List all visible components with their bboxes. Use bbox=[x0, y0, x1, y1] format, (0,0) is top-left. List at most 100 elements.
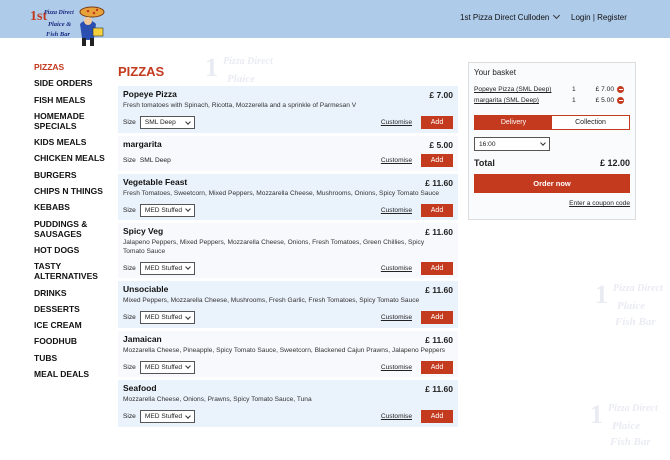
store-selector[interactable]: 1st Pizza Direct Culloden bbox=[460, 11, 561, 22]
add-button[interactable]: Add bbox=[421, 154, 453, 167]
basket-item-name[interactable]: margarita (SML Deep) bbox=[474, 97, 572, 104]
sidebar-item[interactable]: PUDDINGS & SAUSAGES bbox=[34, 219, 114, 239]
category-sidebar: PIZZAS SIDE ORDERS FISH MEALS HOMEMADE SPEC… bbox=[34, 62, 114, 385]
product-name: Seafood bbox=[123, 383, 157, 393]
size-label: Size bbox=[123, 119, 136, 126]
sidebar-item[interactable]: TUBS bbox=[34, 353, 114, 363]
product-options-row: Size MED Stuffed Customise Add bbox=[123, 203, 453, 217]
size-value: SML Deep bbox=[139, 157, 171, 164]
size-select[interactable]: MED Stuffed bbox=[139, 410, 195, 423]
svg-text:1: 1 bbox=[595, 280, 608, 309]
remove-icon[interactable] bbox=[617, 97, 624, 104]
size-select[interactable]: MED Stuffed bbox=[139, 261, 195, 275]
chevron-down-icon bbox=[540, 140, 546, 146]
sidebar-item[interactable]: MEAL DEALS bbox=[34, 369, 114, 379]
coupon-link[interactable]: Enter a coupon code bbox=[474, 200, 630, 207]
size-value: MED Stuffed bbox=[144, 206, 183, 214]
add-button[interactable]: Add bbox=[421, 261, 453, 275]
product-options-row: Size SML Deep Customise Add bbox=[123, 154, 453, 168]
store-name: 1st Pizza Direct Culloden bbox=[460, 13, 550, 22]
product-card: Spicy Veg £ 11.60 Jalapeno Peppers, Mixed … bbox=[118, 223, 458, 278]
chevron-down-icon bbox=[184, 313, 191, 320]
product-card: Unsociable £ 11.60 Mixed Peppers, Mozzarel… bbox=[118, 281, 458, 328]
product-name: Jamaican bbox=[123, 333, 162, 344]
sidebar-item[interactable]: DESSERTS bbox=[34, 304, 114, 314]
basket-item-price: £ 7.00 bbox=[595, 86, 614, 93]
login-link[interactable]: Login bbox=[571, 13, 591, 22]
customise-link[interactable]: Customise bbox=[381, 314, 412, 321]
delivery-option[interactable]: Delivery bbox=[475, 116, 552, 129]
order-now-button[interactable]: Order now bbox=[474, 174, 630, 193]
basket-item-name[interactable]: Popeye Pizza (SML Deep) bbox=[474, 86, 572, 93]
time-select[interactable]: 16:00 bbox=[474, 137, 550, 151]
add-button[interactable]: Add bbox=[421, 311, 453, 324]
sidebar-item[interactable]: DRINKS bbox=[34, 288, 114, 298]
product-price: £ 11.60 bbox=[425, 227, 453, 237]
sidebar-item[interactable]: HOMEMADE SPECIALS bbox=[34, 111, 114, 131]
fulfilment-toggle: Delivery Collection bbox=[474, 115, 630, 130]
size-select[interactable]: MED Stuffed bbox=[139, 360, 195, 374]
product-price: £ 5.00 bbox=[429, 139, 453, 150]
size-label: Size bbox=[123, 314, 136, 321]
size-value: MED Stuffed bbox=[144, 363, 183, 371]
customise-link[interactable]: Customise bbox=[381, 413, 412, 420]
add-button[interactable]: Add bbox=[421, 116, 453, 129]
sidebar-item[interactable]: BURGERS bbox=[34, 170, 114, 180]
remove-icon[interactable] bbox=[617, 86, 624, 93]
sidebar-item[interactable]: FISH MEALS bbox=[34, 95, 114, 105]
chevron-down-icon bbox=[184, 264, 191, 270]
register-link[interactable]: Register bbox=[597, 13, 627, 22]
product-description: Mozzarella Cheese, Onions, Prawns, Spicy… bbox=[123, 396, 312, 403]
customise-link[interactable]: Customise bbox=[381, 119, 412, 126]
sidebar-item[interactable]: SIDE ORDERS bbox=[34, 78, 114, 88]
sidebar-item[interactable]: KEBABS bbox=[34, 202, 114, 212]
customise-link[interactable]: Customise bbox=[381, 364, 412, 371]
total-value: £ 12.00 bbox=[599, 158, 630, 168]
product-options-row: Size SML Deep Customise Add bbox=[123, 116, 453, 130]
add-button[interactable]: Add bbox=[421, 360, 453, 374]
basket-title: Your basket bbox=[474, 68, 516, 77]
product-name: Unsociable bbox=[123, 284, 169, 294]
svg-text:Pizza Direct: Pizza Direct bbox=[608, 403, 659, 414]
sidebar-item[interactable]: CHIPS N THINGS bbox=[34, 186, 114, 196]
basket-item-price: £ 5.00 bbox=[595, 97, 614, 104]
logo-text-1: Pizza Direct bbox=[44, 10, 74, 16]
site-header: 1st Pizza Direct Plaice & Fish Bar 1st P… bbox=[0, 0, 670, 46]
sidebar-item[interactable]: PIZZAS bbox=[34, 62, 114, 72]
logo-text-3: Fish Bar bbox=[46, 31, 70, 38]
size-label: Size bbox=[123, 413, 136, 420]
customise-link[interactable]: Customise bbox=[381, 157, 412, 164]
product-description: Fresh tomatoes with Spinach, Ricotta, Mo… bbox=[123, 102, 357, 109]
svg-text:1: 1 bbox=[590, 400, 603, 429]
size-select[interactable]: MED Stuffed bbox=[139, 203, 195, 217]
customise-link[interactable]: Customise bbox=[381, 265, 412, 272]
product-description: Mozzarella Cheese, Pineapple, Spicy Toma… bbox=[123, 346, 446, 354]
product-name: Vegetable Feast bbox=[123, 176, 188, 187]
chevron-down-icon bbox=[184, 363, 191, 369]
sidebar-item[interactable]: HOT DOGS bbox=[34, 245, 114, 255]
add-button[interactable]: Add bbox=[421, 203, 453, 217]
svg-text:Fish Bar: Fish Bar bbox=[609, 436, 651, 448]
product-price: £ 11.60 bbox=[425, 384, 453, 394]
add-button[interactable]: Add bbox=[421, 410, 453, 423]
customise-link[interactable]: Customise bbox=[381, 207, 412, 214]
pizza-direct-logo[interactable]: 1st Pizza Direct Plaice & Fish Bar bbox=[30, 2, 110, 48]
sidebar-item[interactable]: CHICKEN MEALS bbox=[34, 153, 114, 163]
size-value: SML Deep bbox=[144, 119, 176, 126]
sidebar-item[interactable]: ICE CREAM bbox=[34, 320, 114, 330]
sidebar-item[interactable]: KIDS MEALS bbox=[34, 137, 114, 147]
auth-links: Login | Register bbox=[571, 13, 627, 22]
time-value: 16:00 bbox=[479, 140, 496, 148]
sidebar-item[interactable]: TASTY ALTERNATIVES bbox=[34, 261, 114, 281]
size-label: Size bbox=[123, 264, 136, 272]
size-select[interactable]: MED Stuffed bbox=[139, 311, 195, 324]
product-description: Jalapeno Peppers, Mixed Peppers, Mozzare… bbox=[123, 239, 425, 255]
product-price: £ 11.60 bbox=[425, 285, 453, 295]
sidebar-item[interactable]: FOODHUB bbox=[34, 336, 114, 346]
product-card: Vegetable Feast £ 11.60 Fresh Tomatoes, Sw… bbox=[118, 173, 458, 220]
logo-text-2: Plaice & bbox=[48, 21, 71, 28]
size-select[interactable]: SML Deep bbox=[139, 116, 195, 129]
product-name: Spicy Veg bbox=[123, 226, 164, 236]
total-label: Total bbox=[474, 158, 495, 168]
collection-option[interactable]: Collection bbox=[552, 116, 629, 129]
